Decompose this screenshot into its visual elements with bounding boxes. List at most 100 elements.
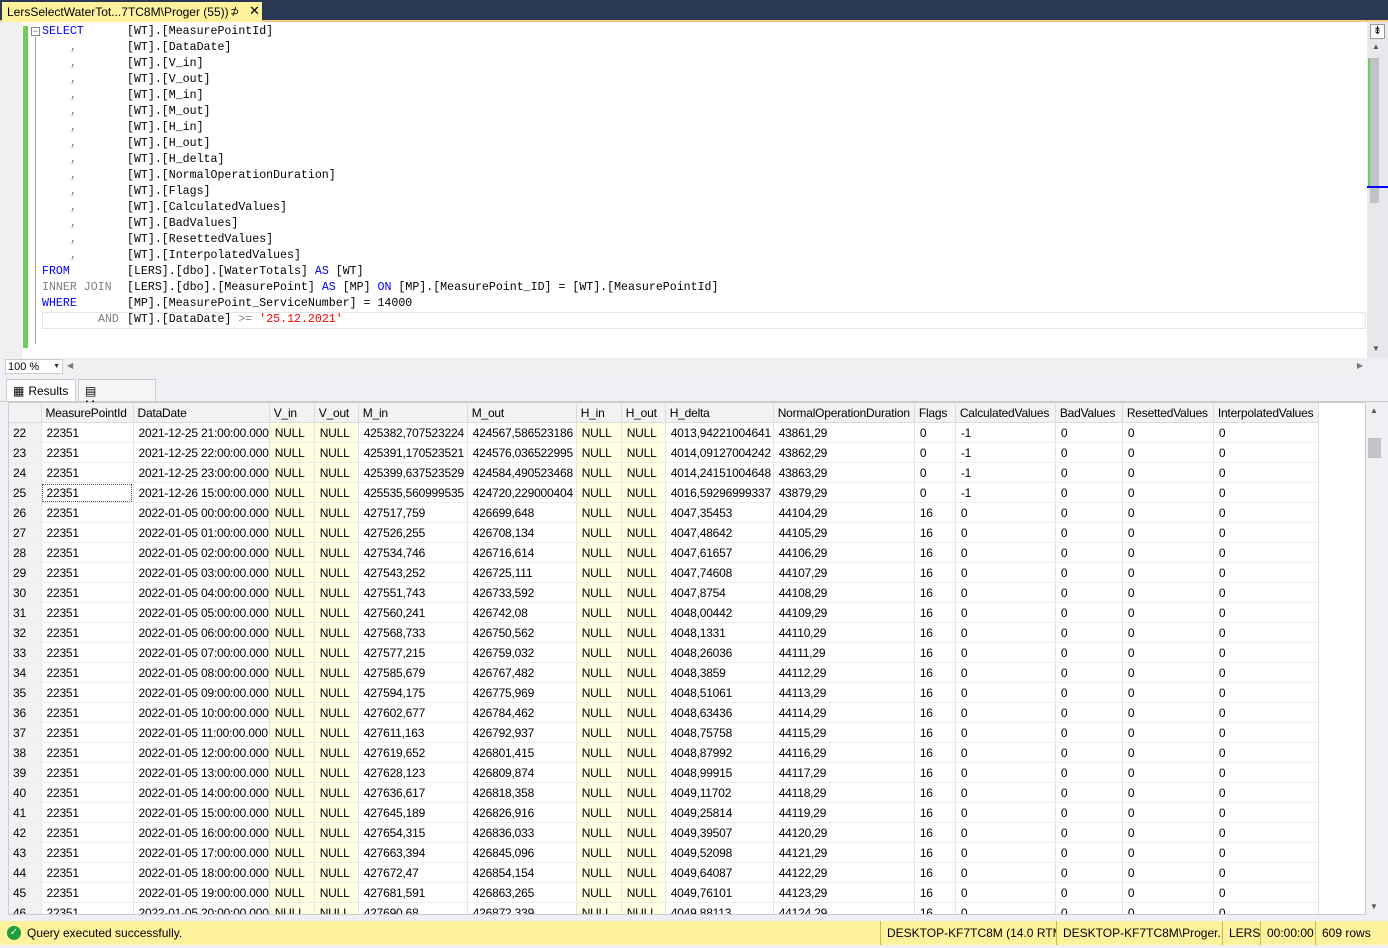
grid-cell[interactable]: 426750,562: [467, 622, 577, 643]
grid-cell[interactable]: NULL: [314, 562, 359, 583]
grid-cell[interactable]: 0: [914, 422, 956, 443]
split-window-icon[interactable]: ⇟: [1370, 24, 1385, 39]
row-number[interactable]: 35: [9, 682, 42, 703]
grid-cell[interactable]: 22351: [41, 722, 134, 743]
column-header[interactable]: V_in: [269, 403, 315, 423]
grid-cell[interactable]: 0: [955, 602, 1056, 623]
table-row[interactable]: 34 22351 2022-01-05 08:00:00.000 NULL NULL 42…: [9, 662, 1319, 683]
grid-cell[interactable]: 16: [914, 582, 956, 603]
grid-cell[interactable]: 2022-01-05 04:00:00.000: [133, 582, 270, 603]
grid-cell[interactable]: 0: [1213, 542, 1319, 563]
grid-cell[interactable]: NULL: [314, 822, 359, 843]
grid-cell[interactable]: NULL: [621, 902, 666, 914]
grid-cell[interactable]: 44112,29: [773, 662, 915, 683]
grid-cell[interactable]: NULL: [314, 502, 359, 523]
row-number[interactable]: 37: [9, 722, 42, 743]
column-header[interactable]: M_out: [467, 403, 577, 423]
grid-cell[interactable]: 0: [955, 702, 1056, 723]
grid-cell[interactable]: NULL: [314, 482, 359, 503]
grid-cell[interactable]: 0: [1055, 742, 1123, 763]
grid-cell[interactable]: NULL: [314, 782, 359, 803]
grid-cell[interactable]: 0: [1213, 662, 1319, 683]
table-row[interactable]: 26 22351 2022-01-05 00:00:00.000 NULL NULL 42…: [9, 502, 1319, 523]
grid-cell[interactable]: NULL: [269, 622, 315, 643]
table-row[interactable]: 32 22351 2022-01-05 06:00:00.000 NULL NULL 42…: [9, 622, 1319, 643]
grid-cell[interactable]: NULL: [621, 522, 666, 543]
row-number[interactable]: 33: [9, 642, 42, 663]
table-row[interactable]: 35 22351 2022-01-05 09:00:00.000 NULL NULL 42…: [9, 682, 1319, 703]
grid-cell[interactable]: 426767,482: [467, 662, 577, 683]
grid-cell[interactable]: NULL: [269, 822, 315, 843]
grid-cell[interactable]: 427645,189: [358, 802, 468, 823]
table-row[interactable]: 37 22351 2022-01-05 11:00:00.000 NULL NULL 42…: [9, 722, 1319, 743]
grid-cell[interactable]: NULL: [269, 782, 315, 803]
grid-cell[interactable]: 2022-01-05 03:00:00.000: [133, 562, 270, 583]
grid-cell[interactable]: 22351: [41, 682, 134, 703]
grid-cell[interactable]: 0: [955, 562, 1056, 583]
grid-cell[interactable]: 425535,560999535: [358, 482, 468, 503]
grid-cell[interactable]: 0: [1055, 682, 1123, 703]
grid-cell[interactable]: NULL: [314, 722, 359, 743]
grid-cell[interactable]: NULL: [269, 902, 315, 914]
grid-cell[interactable]: 4048,51061: [665, 682, 774, 703]
grid-cell[interactable]: 16: [914, 762, 956, 783]
grid-cell[interactable]: NULL: [576, 682, 622, 703]
grid-cell[interactable]: NULL: [576, 842, 622, 863]
grid-cell[interactable]: 22351: [41, 562, 134, 583]
grid-cell[interactable]: 22351: [41, 422, 134, 443]
grid-cell[interactable]: NULL: [269, 602, 315, 623]
row-number[interactable]: 38: [9, 742, 42, 763]
grid-cell[interactable]: 0: [1055, 802, 1123, 823]
grid-cell[interactable]: 0: [1122, 582, 1214, 603]
grid-cell[interactable]: 426708,134: [467, 522, 577, 543]
grid-cell[interactable]: NULL: [621, 802, 666, 823]
grid-cell[interactable]: 425399,637523529: [358, 462, 468, 483]
grid-cell[interactable]: NULL: [269, 462, 315, 483]
table-row[interactable]: 42 22351 2022-01-05 16:00:00.000 NULL NULL 42…: [9, 822, 1319, 843]
grid-cell[interactable]: 0: [1055, 642, 1123, 663]
grid-cell[interactable]: 0: [1055, 482, 1123, 503]
grid-cell[interactable]: NULL: [621, 502, 666, 523]
table-row[interactable]: 45 22351 2022-01-05 19:00:00.000 NULL NULL 42…: [9, 882, 1319, 903]
scroll-thumb[interactable]: [1368, 438, 1381, 458]
grid-cell[interactable]: 2021-12-25 21:00:00.000: [133, 422, 270, 443]
grid-cell[interactable]: NULL: [621, 882, 666, 903]
grid-cell[interactable]: 22351: [41, 662, 134, 683]
grid-cell[interactable]: 426784,462: [467, 702, 577, 723]
grid-cell[interactable]: NULL: [576, 902, 622, 914]
grid-cell[interactable]: 16: [914, 722, 956, 743]
grid-cell[interactable]: 0: [1055, 602, 1123, 623]
grid-cell[interactable]: 424584,490523468: [467, 462, 577, 483]
table-row[interactable]: 24 22351 2021-12-25 23:00:00.000 NULL NULL 42…: [9, 462, 1319, 483]
grid-cell[interactable]: 0: [1213, 642, 1319, 663]
grid-cell[interactable]: 22351: [41, 442, 134, 463]
grid-cell[interactable]: 2022-01-05 11:00:00.000: [133, 722, 270, 743]
row-number[interactable]: 41: [9, 802, 42, 823]
grid-cell[interactable]: 0: [1122, 882, 1214, 903]
grid-cell[interactable]: 2022-01-05 10:00:00.000: [133, 702, 270, 723]
row-number[interactable]: 30: [9, 582, 42, 603]
grid-cell[interactable]: 0: [1213, 482, 1319, 503]
grid-cell[interactable]: 2022-01-05 16:00:00.000: [133, 822, 270, 843]
table-row[interactable]: 38 22351 2022-01-05 12:00:00.000 NULL NULL 42…: [9, 742, 1319, 763]
grid-cell[interactable]: 427681,591: [358, 882, 468, 903]
grid-cell[interactable]: 427628,123: [358, 762, 468, 783]
grid-cell[interactable]: 0: [955, 902, 1056, 914]
grid-cell[interactable]: 0: [955, 682, 1056, 703]
grid-cell[interactable]: 44118,29: [773, 782, 915, 803]
grid-cell[interactable]: NULL: [621, 582, 666, 603]
table-row[interactable]: 46 22351 2022-01-05 20:00:00.000 NULL NULL 42…: [9, 902, 1319, 914]
grid-cell[interactable]: NULL: [621, 462, 666, 483]
grid-cell[interactable]: NULL: [269, 422, 315, 443]
grid-cell[interactable]: 4048,3859: [665, 662, 774, 683]
grid-cell[interactable]: 4049,25814: [665, 802, 774, 823]
grid-cell[interactable]: NULL: [576, 422, 622, 443]
grid-cell[interactable]: 44107,29: [773, 562, 915, 583]
grid-cell[interactable]: 0: [955, 722, 1056, 743]
grid-cell[interactable]: 16: [914, 662, 956, 683]
grid-cell[interactable]: 22351: [41, 622, 134, 643]
grid-cell[interactable]: 2022-01-05 05:00:00.000: [133, 602, 270, 623]
grid-cell[interactable]: 2021-12-25 22:00:00.000: [133, 442, 270, 463]
grid-cell[interactable]: NULL: [576, 502, 622, 523]
grid-cell[interactable]: 2022-01-05 06:00:00.000: [133, 622, 270, 643]
